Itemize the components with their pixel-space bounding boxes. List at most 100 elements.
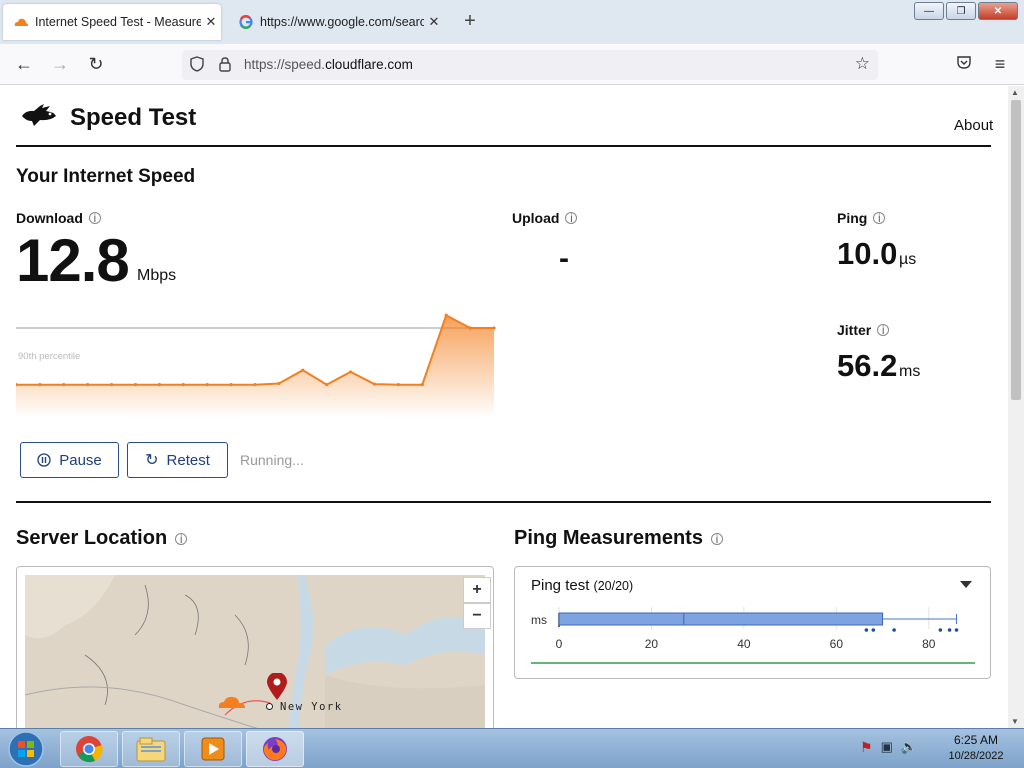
download-data-point [325,383,329,387]
map-pin-icon[interactable] [267,673,287,701]
about-link[interactable]: About [954,117,993,134]
media-player-icon [201,737,225,761]
forward-arrow-icon[interactable]: → [48,52,72,76]
ping-outlier-point [938,628,943,632]
percentile-label: 90th percentile [18,351,80,362]
action-center-flag-icon[interactable]: ⚑ [860,739,873,756]
system-tray: ⚑ ▣ 🔈 [860,739,917,756]
browser-tab-strip: Internet Speed Test - Measure Network Pe… [0,0,1024,44]
start-button[interactable] [4,730,48,768]
new-tab-button[interactable]: + [458,10,482,34]
url-domain: cloudflare.com [325,57,413,72]
test-status: Running... [240,452,304,468]
chrome-taskbar-button[interactable] [60,731,118,767]
speed-test-page: Speed Test About Your Internet Speed Dow… [0,86,1008,728]
dropdown-caret-icon[interactable] [960,581,972,588]
ping-label-text: Ping [837,210,868,226]
upload-value: - [559,242,569,275]
zoom-in-button[interactable]: + [463,577,491,603]
download-data-point [157,383,161,387]
restore-button[interactable]: ❐ [946,2,976,20]
upload-label-text: Upload [512,210,560,226]
menu-hamburger-icon[interactable]: ≡ [988,52,1012,76]
ping-outlier-point [954,628,959,632]
firefox-icon [263,737,287,761]
ping-tick-label: 80 [922,637,936,651]
pause-button[interactable]: Pause [20,442,119,478]
download-unit: Mbps [137,267,177,284]
site-title: Speed Test [70,104,197,131]
download-data-point [181,383,185,387]
network-icon[interactable]: ▣ [881,739,893,756]
back-arrow-icon[interactable]: ← [12,52,36,76]
ping-tick-label: 60 [830,637,844,651]
clock-time: 6:25 AM [953,733,999,747]
ping-outlier-point [947,628,952,632]
jitter-value: 56.2 [837,348,898,383]
tab-title: Internet Speed Test - Measure Network Pe… [35,15,201,29]
ping-tick-label: 40 [737,637,751,651]
ping-axis-unit: ms [531,613,547,627]
close-window-button[interactable]: ✕ [978,2,1018,20]
download-label-text: Download [16,210,83,226]
server-location-heading: Server Location i [16,527,188,550]
close-tab-icon[interactable]: ✕ [201,14,221,30]
taskbar-clock[interactable]: 6:25 AM 10/28/2022 [936,733,1016,762]
server-location-heading-text: Server Location [16,527,168,549]
ping-tick-label: 20 [645,637,659,651]
tab-title: https://www.google.com/search [260,15,424,29]
media-player-taskbar-button[interactable] [184,731,242,767]
scroll-down-arrow-icon[interactable]: ▼ [1011,717,1019,726]
ping-measurements-heading: Ping Measurements i [514,527,723,550]
navigation-toolbar: ← → ↻ https://speed.cloudflare.com ☆ ≡ [0,44,1024,85]
download-data-point [205,383,209,387]
info-icon[interactable]: i [710,532,723,545]
download-data-point [133,383,138,387]
download-data-point [349,370,353,374]
download-data-point [301,368,305,372]
close-tab-icon[interactable]: ✕ [424,14,444,30]
download-line [16,313,494,386]
shield-icon[interactable] [190,56,204,77]
page-scrollbar[interactable]: ▲ ▼ [1008,86,1024,728]
info-icon[interactable]: i [873,212,886,224]
bookmark-star-icon[interactable]: ☆ [855,54,870,74]
info-icon[interactable]: i [877,324,890,336]
screen: Internet Speed Test - Measure Network Pe… [0,0,1024,768]
city-dot-icon [266,703,273,710]
tab-speed-test[interactable]: Internet Speed Test - Measure Network Pe… [3,4,221,40]
info-icon[interactable]: i [565,212,578,224]
firefox-taskbar-button[interactable] [246,731,304,767]
zoom-out-button[interactable]: − [463,603,491,629]
map-tiles [25,575,485,728]
pocket-icon[interactable] [952,52,976,76]
retest-button[interactable]: ↻ Retest [127,442,228,478]
scroll-up-arrow-icon[interactable]: ▲ [1011,88,1019,97]
download-data-point [492,326,496,330]
ping-label: Ping i [837,210,886,226]
download-value: 12.8 [16,227,130,294]
explorer-taskbar-button[interactable] [122,731,180,767]
section-divider [16,501,991,503]
volume-icon[interactable]: 🔈 [901,739,917,756]
minimize-button[interactable]: — [914,2,944,20]
pause-label: Pause [59,451,102,469]
lock-icon[interactable] [218,56,232,77]
info-icon[interactable]: i [175,532,188,545]
jitter-label: Jitter i [837,322,890,338]
tab-google-search[interactable]: https://www.google.com/search ✕ [228,4,444,40]
cloudflare-icon [13,14,29,30]
download-data-point [38,383,42,387]
url-text[interactable]: https://speed.cloudflare.com [244,57,413,72]
scrollbar-thumb[interactable] [1011,100,1021,400]
download-area [16,315,494,418]
server-map[interactable]: + − New York [16,566,494,728]
ping-measurements-panel: Ping test (20/20) ms 0 20 40 60 80 [514,566,991,679]
download-data-point [372,382,377,386]
reload-icon[interactable]: ↻ [84,52,108,76]
download-data-point [396,383,400,387]
address-bar[interactable]: https://speed.cloudflare.com ☆ [182,50,878,80]
ping-test-title[interactable]: Ping test (20/20) [531,577,633,594]
header-divider [16,145,991,147]
info-icon[interactable]: i [88,212,101,224]
